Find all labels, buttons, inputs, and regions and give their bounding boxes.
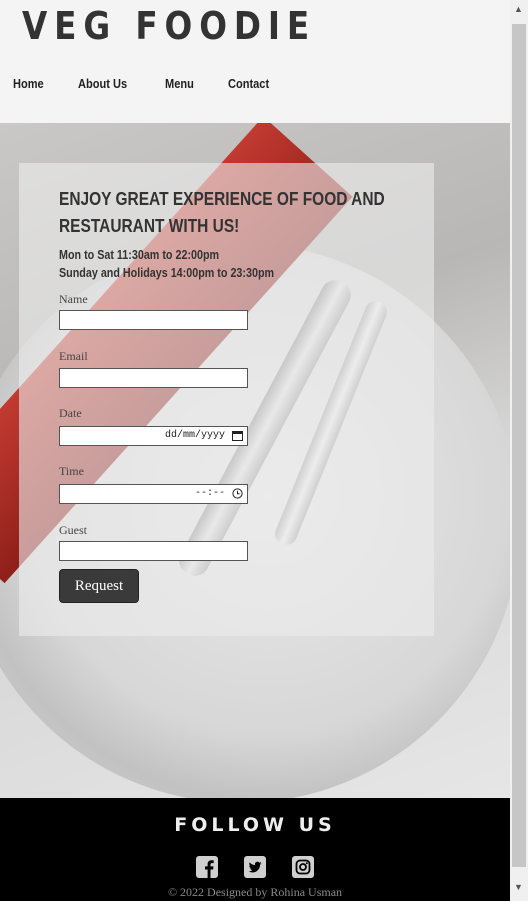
time-label: Time — [59, 464, 84, 478]
nav-contact-link[interactable]: Contact — [228, 76, 269, 91]
facebook-icon[interactable] — [196, 856, 218, 878]
weekend-hours: Sunday and Holidays 14:00pm to 23:30pm — [59, 266, 275, 280]
site-header: VEG FOODIE Home About Us Menu Contact — [0, 0, 510, 123]
reservation-card: ENJOY GREAT EXPERIENCE OF FOOD AND RESTA… — [19, 163, 434, 636]
time-input[interactable]: --:-- — [59, 484, 248, 504]
date-placeholder: dd/mm/yyyy — [164, 430, 225, 441]
site-logo: VEG FOODIE — [22, 4, 317, 48]
site-footer: FOLLOW US © 2022 Designed by Rohina Usma… — [0, 798, 510, 901]
guest-label: Guest — [59, 523, 87, 537]
nav-home-link[interactable]: Home — [13, 76, 44, 91]
main-nav: Home About Us Menu Contact — [0, 76, 292, 91]
twitter-icon[interactable] — [244, 856, 266, 878]
reservation-heading: ENJOY GREAT EXPERIENCE OF FOOD AND RESTA… — [59, 189, 385, 236]
email-input[interactable] — [59, 368, 248, 388]
request-button[interactable]: Request — [59, 569, 139, 603]
page-scrollbar[interactable]: ▲ ▼ — [510, 0, 528, 901]
name-input[interactable] — [59, 310, 248, 330]
name-label: Name — [59, 292, 88, 306]
scroll-down-icon[interactable]: ▼ — [514, 882, 523, 892]
nav-about-link[interactable]: About Us — [78, 76, 127, 91]
email-label: Email — [59, 349, 88, 363]
clock-icon[interactable] — [232, 488, 243, 502]
copyright-text: © 2022 Designed by Rohina Usman — [167, 885, 343, 899]
date-input[interactable]: dd/mm/yyyy — [59, 426, 248, 446]
social-links — [0, 856, 510, 878]
time-placeholder: --:-- — [194, 488, 225, 499]
instagram-icon[interactable] — [292, 856, 314, 878]
date-label: Date — [59, 406, 82, 420]
calendar-icon[interactable] — [232, 430, 243, 444]
follow-us-heading: FOLLOW US — [174, 814, 336, 836]
scrollbar-thumb[interactable] — [512, 24, 526, 867]
weekday-hours: Mon to Sat 11:30am to 22:00pm — [59, 248, 220, 262]
scroll-up-icon[interactable]: ▲ — [514, 4, 523, 14]
guest-input[interactable] — [59, 541, 248, 561]
nav-menu-link[interactable]: Menu — [165, 76, 194, 91]
